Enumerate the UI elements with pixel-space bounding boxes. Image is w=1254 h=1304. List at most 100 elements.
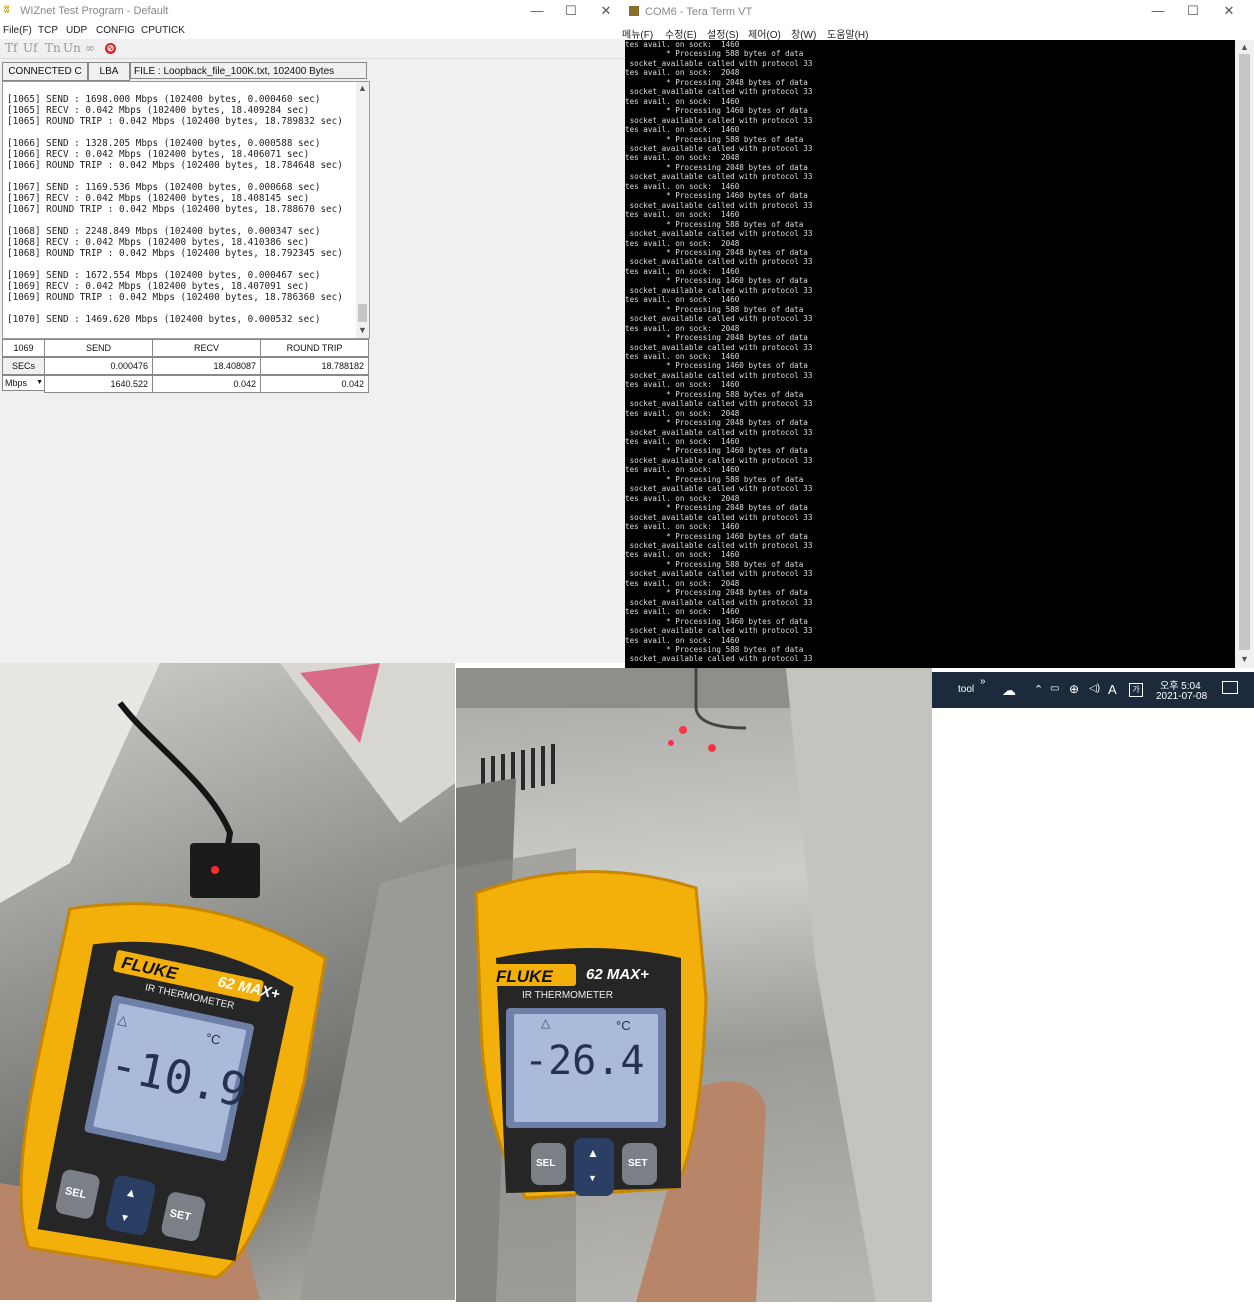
mbps-recv: 0.042	[152, 375, 261, 393]
connection-status: CONNECTED C	[2, 62, 88, 81]
secs-label: SECs	[2, 357, 45, 375]
unit-select-value: Mbps	[5, 378, 28, 388]
set-button: SET	[628, 1158, 648, 1169]
keyboard-icon[interactable]: 가	[1129, 683, 1143, 697]
terminal-line: tes avail. on sock: 2048	[625, 238, 740, 248]
terminal-line: socket_available called with protocol 33	[625, 512, 813, 522]
terminal-line: socket_available called with protocol 33	[625, 541, 813, 551]
unit-select[interactable]: Mbps ▼	[2, 375, 45, 391]
scroll-up-icon[interactable]: ▲	[358, 83, 367, 93]
tcp-n-icon[interactable]: Tn	[45, 41, 61, 55]
menu-tcp[interactable]: TCP	[38, 25, 58, 36]
terminal-scrollbar[interactable]: ▲ ▼	[1235, 40, 1254, 668]
log-line: [1069] SEND : 1672.554 Mbps (102400 byte…	[7, 270, 321, 281]
stop-icon[interactable]: ⊘	[105, 43, 116, 54]
close-button[interactable]: ✕	[591, 3, 621, 19]
menu-window[interactable]: 창(W)	[791, 26, 816, 41]
terminal-line: tes avail. on sock: 1460	[625, 550, 740, 560]
clock-time[interactable]: 오후 5:04	[1160, 677, 1201, 692]
menu-cputick[interactable]: CPUTICK	[141, 25, 185, 36]
udp-full-icon[interactable]: Uf	[23, 41, 38, 55]
battery-icon[interactable]: ▭	[1050, 683, 1059, 694]
terminal-line: socket_available called with protocol 33	[625, 58, 813, 68]
wiznet-window: ʬ WIZnet Test Program - Default — ☐ ✕ Fi…	[0, 0, 625, 663]
terminal-line: socket_available called with protocol 33	[625, 569, 813, 579]
loop-icon[interactable]: ∞	[85, 41, 95, 55]
log-scrollbar[interactable]: ▲ ▼	[356, 82, 369, 338]
model-label: 62 MAX+	[586, 966, 649, 983]
terminal-line: socket_available called with protocol 33	[625, 143, 813, 153]
menu-udp[interactable]: UDP	[66, 25, 87, 36]
toolbar: Tf Uf Tn Un ∞ ⊘	[0, 40, 625, 59]
sel-button: SEL	[536, 1158, 556, 1169]
scroll-down-icon[interactable]: ▼	[1240, 654, 1249, 664]
tray-expand-icon[interactable]: ⌃	[1034, 683, 1043, 696]
menu-control[interactable]: 제어(O)	[748, 26, 781, 41]
log-line: [1067] SEND : 1169.536 Mbps (102400 byte…	[7, 182, 321, 193]
chevron-down-icon[interactable]: ▼	[36, 376, 43, 390]
udp-n-icon[interactable]: Un	[63, 41, 81, 55]
menu-edit[interactable]: 수정(E)	[665, 26, 697, 41]
window-title: COM6 - Tera Term VT	[645, 6, 753, 18]
menu-file[interactable]: 메뉴(F)	[622, 26, 653, 41]
taskbar: tool » ☁ ⌃ ▭ ⊕ ◁) A 가 오후 5:04 2021-07-08	[932, 672, 1254, 708]
temperature-reading: -26.4	[524, 1038, 645, 1084]
minimize-button[interactable]: —	[522, 3, 552, 18]
log-line: [1068] ROUND TRIP : 0.042 Mbps (102400 b…	[7, 248, 343, 259]
overflow-chevron-icon[interactable]: »	[980, 676, 986, 687]
volume-icon[interactable]: ◁)	[1089, 683, 1100, 694]
ime-indicator[interactable]: A	[1108, 682, 1117, 697]
secs-round-trip: 18.788182	[260, 357, 369, 375]
maximize-button[interactable]: ☐	[556, 3, 586, 19]
terminal-screen[interactable]: tes avail. on sock: 1460 * Processing 58…	[625, 40, 1235, 668]
terminal-line: socket_available called with protocol 33	[625, 654, 813, 664]
terminal-line: * Processing 1460 bytes of data	[625, 191, 808, 201]
mbps-round-trip: 0.042	[260, 375, 369, 393]
terminal-line: * Processing 588 bytes of data	[625, 134, 804, 144]
log-text: [1065] SEND : 1698.000 Mbps (102400 byte…	[7, 94, 353, 325]
terminal-line: socket_available called with protocol 33	[625, 597, 813, 607]
log-line: [1068] SEND : 2248.849 Mbps (102400 byte…	[7, 226, 321, 237]
clock-date[interactable]: 2021-07-08	[1156, 691, 1207, 702]
secs-recv: 18.408087	[152, 357, 261, 375]
scroll-thumb[interactable]	[358, 304, 367, 322]
terminal-line: tes avail. on sock: 1460	[625, 266, 740, 276]
menu-config[interactable]: CONFIG	[96, 25, 135, 36]
terminal-line: * Processing 2048 bytes of data	[625, 333, 808, 343]
scroll-thumb[interactable]	[1239, 54, 1250, 650]
terminal-line: tes avail. on sock: 1460	[625, 437, 740, 447]
menu-setup[interactable]: 설정(S)	[707, 26, 739, 41]
log-line: [1067] RECV : 0.042 Mbps (102400 bytes, …	[7, 193, 310, 204]
terminal-line: socket_available called with protocol 33	[625, 87, 813, 97]
scroll-up-icon[interactable]: ▲	[1240, 42, 1249, 52]
window-title: WIZnet Test Program - Default	[20, 5, 169, 17]
minimize-button[interactable]: —	[1143, 3, 1173, 18]
menu-help[interactable]: 도움말(H)	[827, 26, 868, 41]
cloud-icon[interactable]: ☁	[1002, 682, 1016, 699]
log-line: [1068] RECV : 0.042 Mbps (102400 bytes, …	[7, 237, 310, 248]
terminal-line: tes avail. on sock: 1460	[625, 40, 740, 49]
notification-icon[interactable]	[1222, 681, 1238, 694]
teraterm-logo-icon	[629, 6, 639, 16]
menu-bar: File(F) TCP UDP CONFIG CPUTICK	[0, 24, 625, 39]
menu-file[interactable]: File(F)	[3, 25, 32, 36]
maximize-button[interactable]: ☐	[1178, 3, 1208, 19]
log-line: [1065] ROUND TRIP : 0.042 Mbps (102400 b…	[7, 116, 343, 127]
network-icon[interactable]: ⊕	[1069, 682, 1079, 696]
thermometer-photo-left: FLUKE 62 MAX+ IR THERMOMETER △ °C -10.9 …	[0, 663, 455, 1300]
terminal-line: * Processing 1460 bytes of data	[625, 106, 808, 116]
tcp-full-icon[interactable]: Tf	[5, 41, 17, 55]
terminal-line: tes avail. on sock: 1460	[625, 96, 740, 106]
lba-status: LBA	[88, 62, 130, 81]
terminal-line: tes avail. on sock: 1460	[625, 522, 740, 532]
scroll-down-icon[interactable]: ▼	[358, 325, 367, 335]
count-cell: 1069	[2, 339, 45, 357]
close-button[interactable]: ✕	[1214, 3, 1244, 19]
terminal-line: * Processing 1460 bytes of data	[625, 361, 808, 371]
log-output[interactable]: [1065] SEND : 1698.000 Mbps (102400 byte…	[2, 81, 370, 339]
terminal-line: tes avail. on sock: 1460	[625, 635, 740, 645]
tool-label[interactable]: tool	[958, 684, 974, 695]
terminal-line: socket_available called with protocol 33	[625, 484, 813, 494]
